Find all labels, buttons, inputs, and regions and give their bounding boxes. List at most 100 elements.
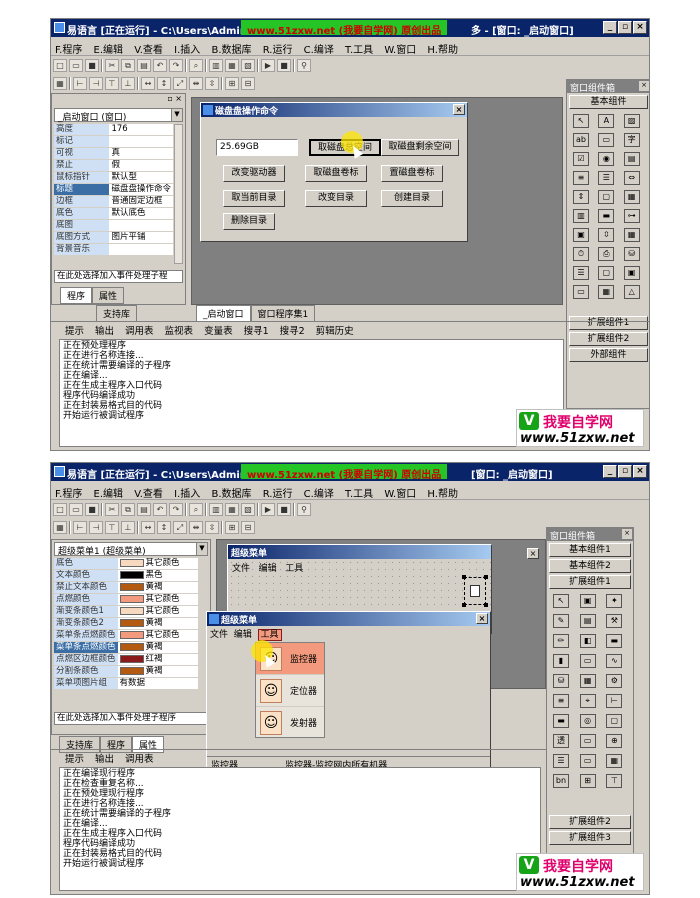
grid-icon[interactable]: ▦ bbox=[53, 521, 67, 534]
turtle-icon[interactable]: ✦ bbox=[606, 594, 623, 608]
tabctl-icon[interactable]: ▥ bbox=[573, 209, 589, 223]
same-width-icon[interactable]: ↔ bbox=[141, 77, 155, 90]
center-h-icon[interactable]: ⊞ bbox=[225, 77, 239, 90]
toolbox-ext3-button[interactable]: 扩展组件3 bbox=[549, 831, 631, 845]
designer-menu-file[interactable]: 文件 bbox=[232, 564, 250, 574]
property-value[interactable]: 黄褐 bbox=[117, 581, 198, 594]
radio-icon[interactable]: ◉ bbox=[598, 152, 615, 166]
get-free-space-button[interactable]: 取磁盘剩余空间 bbox=[381, 139, 459, 156]
toolbox-ext1-button[interactable]: 扩展组件1 bbox=[549, 575, 631, 589]
net-icon[interactable]: ⊕ bbox=[606, 734, 623, 748]
property-row[interactable]: 文本颜色 黑色 bbox=[54, 569, 198, 582]
tree-icon[interactable]: ⊢ bbox=[606, 694, 623, 708]
tab-properties[interactable]: 属性 bbox=[92, 287, 125, 304]
property-row[interactable]: 标题 磁盘盘操作命令 bbox=[54, 183, 173, 196]
space-v-icon[interactable]: ⇳ bbox=[205, 521, 219, 534]
running-close-icon[interactable]: × bbox=[476, 613, 488, 624]
menu-window[interactable]: W.窗口 bbox=[380, 482, 420, 503]
listcheck-icon[interactable]: ☰ bbox=[598, 171, 615, 185]
property-value[interactable]: 普通固定边框 bbox=[109, 195, 173, 208]
menu-database[interactable]: B.数据库 bbox=[207, 38, 255, 59]
super-menu-component[interactable] bbox=[464, 577, 486, 605]
maximize-button[interactable]: ▫ bbox=[618, 21, 632, 34]
create-dir-button[interactable]: 创建目录 bbox=[381, 190, 443, 207]
designer-close-icon[interactable]: × bbox=[527, 548, 539, 559]
toolbox-close-icon[interactable]: × bbox=[639, 81, 649, 91]
property-value[interactable]: 有数据 bbox=[117, 677, 198, 690]
layout3-icon[interactable]: ▧ bbox=[241, 503, 255, 516]
event-selector[interactable]: 在此处选择加入事件处理子程序 bbox=[54, 712, 208, 725]
toolbox-close-icon[interactable]: × bbox=[622, 529, 632, 539]
tab-support-library[interactable]: 支持库 bbox=[96, 305, 138, 322]
align-top-icon[interactable]: ⊥ bbox=[121, 77, 135, 90]
align-right-icon[interactable]: ⊤ bbox=[105, 521, 119, 534]
toolbox-external-button[interactable]: 外部组件 bbox=[569, 348, 648, 362]
align-left-icon[interactable]: ⊢ bbox=[73, 77, 87, 90]
run-icon[interactable]: ▶ bbox=[261, 59, 275, 72]
property-row[interactable]: 边框 普通固定边框 bbox=[54, 195, 173, 208]
property-row[interactable]: 底色 默认底色 bbox=[54, 207, 173, 220]
property-value[interactable]: 176 bbox=[109, 124, 173, 136]
align-right-icon[interactable]: ⊤ bbox=[105, 77, 119, 90]
property-row[interactable]: 点燃区边框颜色 红褐 bbox=[54, 653, 198, 666]
save-icon[interactable]: ■ bbox=[85, 59, 99, 72]
property-value[interactable]: 图片平铺 bbox=[109, 231, 173, 244]
palette-icon[interactable]: ◧ bbox=[579, 634, 596, 648]
open-file-icon[interactable]: ▭ bbox=[69, 59, 83, 72]
undo-icon[interactable]: ↶ bbox=[153, 503, 167, 516]
menu-database[interactable]: B.数据库 bbox=[207, 482, 255, 503]
tab-call-stack[interactable]: 调用表 bbox=[121, 750, 158, 766]
pointer-icon[interactable]: ↖ bbox=[553, 594, 569, 608]
minimize-button[interactable]: _ bbox=[603, 21, 617, 34]
pen-icon[interactable]: ✏ bbox=[553, 634, 569, 648]
tab-window-assembly[interactable]: 窗口程序集1 bbox=[250, 305, 316, 322]
center-h-icon[interactable]: ⊞ bbox=[225, 521, 239, 534]
new-file-icon[interactable]: □ bbox=[53, 59, 67, 72]
spin-icon[interactable]: ⇳ bbox=[598, 228, 615, 242]
tab-call-stack[interactable]: 调用表 bbox=[121, 322, 158, 338]
db-icon[interactable]: ⛁ bbox=[623, 247, 640, 261]
strip-icon[interactable]: ▬ bbox=[553, 714, 569, 728]
property-value[interactable]: 黄褐 bbox=[117, 665, 198, 678]
ruler-icon[interactable]: ▬ bbox=[606, 634, 623, 648]
copy-icon[interactable]: ⧉ bbox=[121, 503, 135, 516]
image-list-icon[interactable]: ▣ bbox=[573, 228, 589, 242]
edit-icon[interactable]: ab bbox=[573, 133, 589, 147]
bin-icon[interactable]: bn bbox=[553, 774, 569, 788]
property-row[interactable]: 背景音乐 bbox=[54, 243, 173, 256]
property-row[interactable]: 可视真 bbox=[54, 147, 173, 160]
property-row[interactable]: 底图方式 图片平铺 bbox=[54, 231, 173, 244]
menu-compile[interactable]: C.编译 bbox=[300, 482, 338, 503]
space-h-icon[interactable]: ⇹ bbox=[189, 521, 203, 534]
event-selector[interactable]: 在此处选择加入事件处理子程 bbox=[54, 270, 183, 283]
binoculars-icon[interactable]: ⚲ bbox=[297, 503, 311, 516]
layout1-icon[interactable]: ▥ bbox=[209, 59, 223, 72]
tab-search2[interactable]: 搜寻2 bbox=[276, 322, 309, 338]
redo-icon[interactable]: ↷ bbox=[169, 59, 183, 72]
property-value[interactable]: 默认型 bbox=[109, 171, 173, 184]
picture-icon[interactable]: ▨ bbox=[623, 114, 640, 128]
menu-program[interactable]: F.程序 bbox=[51, 38, 86, 59]
property-value[interactable]: 黄褐 bbox=[117, 641, 198, 654]
property-row[interactable]: 底色 其它颜色 bbox=[54, 558, 198, 570]
paint-icon[interactable]: ✎ bbox=[553, 614, 569, 628]
tab-clip-history[interactable]: 剪辑历史 bbox=[312, 322, 358, 338]
save-icon[interactable]: ■ bbox=[85, 503, 99, 516]
menu-run[interactable]: R.运行 bbox=[259, 38, 297, 59]
menu-edit[interactable]: E.编辑 bbox=[90, 38, 128, 59]
property-scrollbar[interactable] bbox=[174, 124, 183, 264]
align-left-icon[interactable]: ⊢ bbox=[73, 521, 87, 534]
timer-icon[interactable]: ⏱ bbox=[573, 247, 589, 261]
menu-help[interactable]: H.帮助 bbox=[423, 38, 462, 59]
menu-view[interactable]: V.查看 bbox=[130, 482, 167, 503]
property-row[interactable]: 菜单条点燃颜色 黄褐 bbox=[54, 641, 198, 654]
grid-icon[interactable]: ▦ bbox=[623, 190, 640, 204]
open-file-icon[interactable]: ▭ bbox=[69, 503, 83, 516]
property-row[interactable]: 鼠标指针 默认型 bbox=[54, 171, 173, 184]
layout2-icon[interactable]: ▦ bbox=[225, 503, 239, 516]
maximize-button[interactable]: ▫ bbox=[618, 465, 632, 478]
property-row[interactable]: 禁止文本颜色 黄褐 bbox=[54, 581, 198, 594]
list-icon[interactable]: ≡ bbox=[553, 694, 569, 708]
frame-icon[interactable]: ▢ bbox=[606, 714, 623, 728]
button-icon[interactable]: ▭ bbox=[598, 133, 615, 147]
